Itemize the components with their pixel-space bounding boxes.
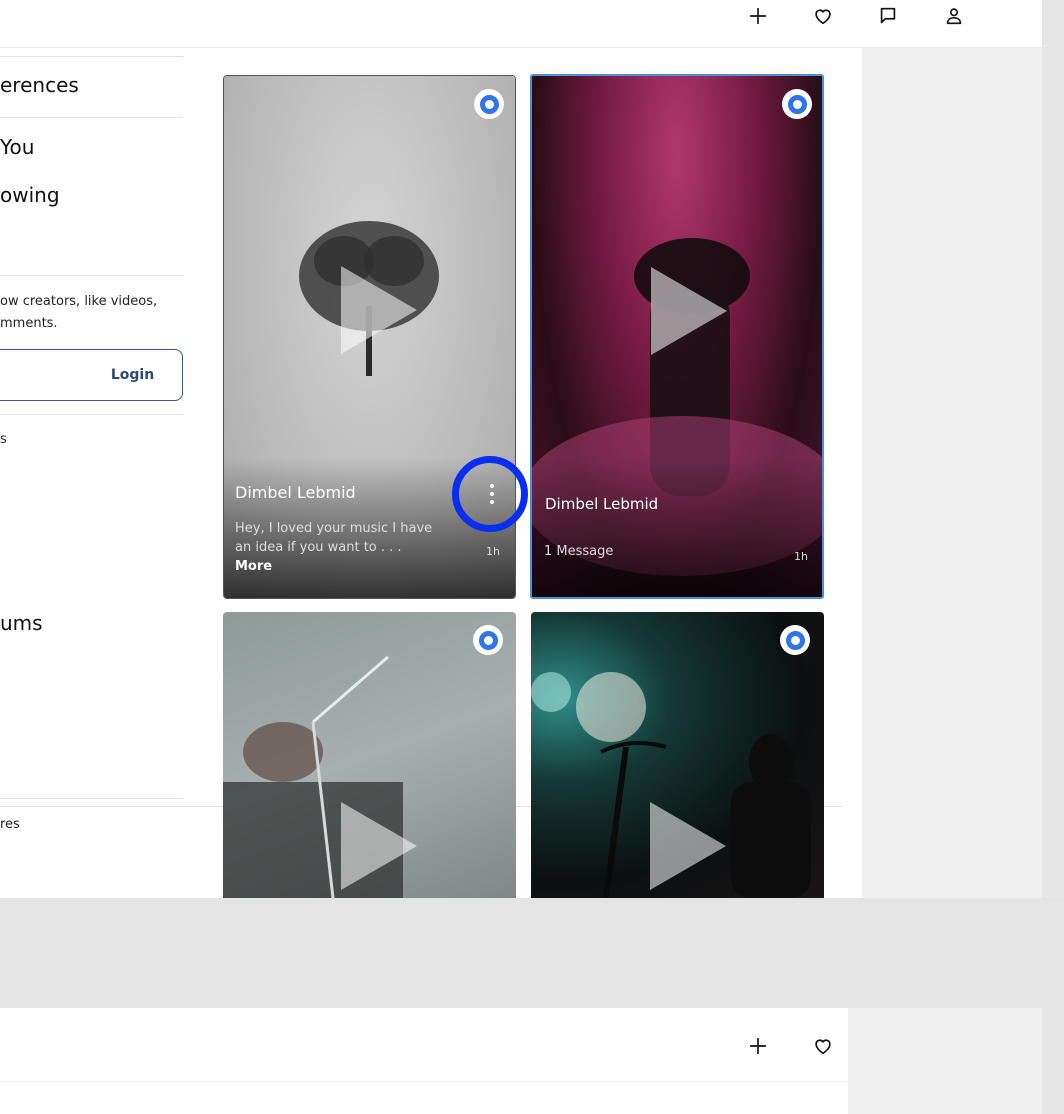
heart-icon[interactable]: [809, 2, 837, 30]
card-time: 1h: [794, 550, 808, 563]
message-icon[interactable]: [874, 2, 902, 30]
sidebar: erences You owing ow creators, like vide…: [0, 48, 183, 898]
sidebar-bottom-fragment: res: [0, 817, 20, 832]
sidebar-divider: [0, 798, 183, 799]
play-icon[interactable]: [651, 267, 727, 355]
card-message: 1 Message: [544, 544, 614, 559]
video-card-2[interactable]: Dimbel Lebmid 1 Message 1h: [530, 74, 824, 599]
scrollbar-track[interactable]: [1042, 0, 1064, 898]
login-prompt-line2: mments.: [0, 316, 58, 331]
status-badge: [473, 625, 503, 655]
card-overlay: [532, 457, 822, 597]
sidebar-divider: [0, 275, 183, 276]
top-header: [0, 0, 1042, 48]
highlight-ring: [452, 456, 528, 532]
heart-icon[interactable]: [809, 1032, 837, 1060]
login-button[interactable]: Login: [0, 349, 183, 401]
user-icon[interactable]: [940, 2, 968, 30]
sidebar-footer-fragment: s: [0, 432, 7, 447]
scrollbar-track[interactable]: [1042, 1008, 1064, 1114]
plus-icon[interactable]: [744, 2, 772, 30]
sidebar-divider: [0, 414, 183, 415]
status-badge: [780, 625, 810, 655]
sidebar-item-albums[interactable]: ums: [0, 611, 43, 635]
screen-frame: erences You owing ow creators, like vide…: [0, 0, 1064, 898]
play-icon[interactable]: [341, 802, 417, 890]
card-message: Hey, I loved your music I have an idea i…: [235, 521, 433, 555]
sidebar-item-preferences[interactable]: erences: [0, 73, 79, 97]
play-icon[interactable]: [341, 266, 417, 354]
card-time: 1h: [486, 545, 500, 558]
card-title: Dimbel Lebmid: [235, 483, 356, 502]
login-prompt-line1: ow creators, like videos,: [0, 294, 158, 309]
play-icon[interactable]: [650, 802, 726, 890]
plus-icon[interactable]: [744, 1032, 772, 1060]
screen-frame-2: [0, 1008, 1064, 1114]
sidebar-divider: [0, 56, 183, 57]
status-badge: [782, 89, 812, 119]
sidebar-item-for-you[interactable]: You: [0, 135, 34, 159]
right-gutter: [848, 1008, 1042, 1114]
more-link[interactable]: More: [235, 559, 272, 574]
sidebar-divider: [0, 117, 183, 118]
status-badge: [474, 89, 504, 119]
right-gutter: [862, 48, 1042, 898]
video-card-3[interactable]: [223, 612, 516, 898]
video-card-4[interactable]: [531, 612, 824, 898]
sidebar-item-following[interactable]: owing: [0, 183, 60, 207]
card-title: Dimbel Lebmid: [545, 495, 659, 513]
